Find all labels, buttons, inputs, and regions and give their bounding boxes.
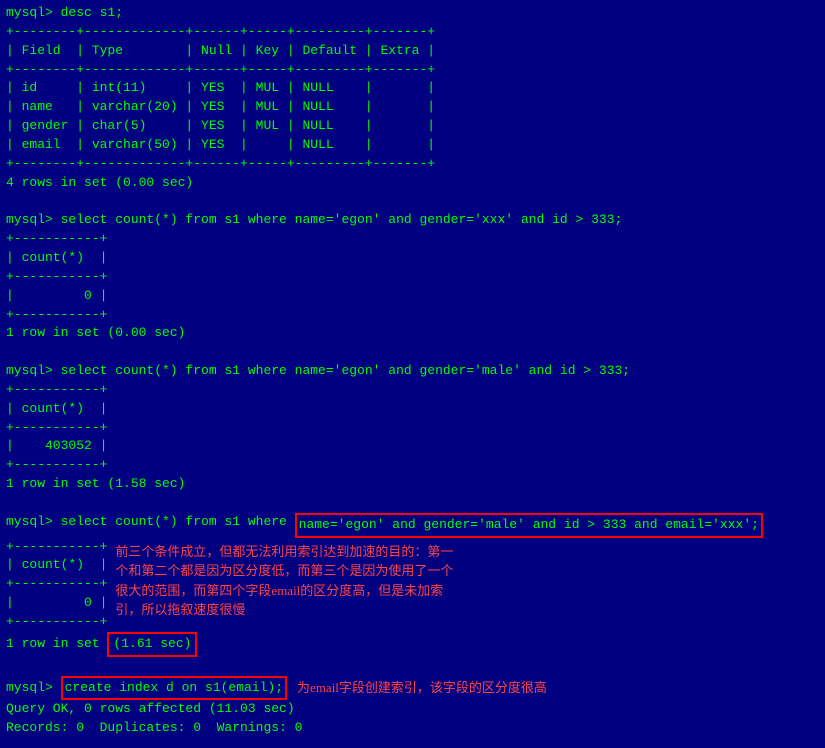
line-gender: | gender | char(5) | YES | MUL | NULL | … <box>6 117 819 136</box>
line-rows2: 1 row in set (0.00 sec) <box>6 324 819 343</box>
line-tb5: +-----------+ <box>6 419 819 438</box>
line-cv1: | 0 | <box>6 287 819 306</box>
create-index-row: mysql> create index d on s1(email); 为ema… <box>6 676 819 701</box>
line-ch2: | count(*) | <box>6 400 819 419</box>
query3-highlight: name='egon' and gender='male' and id > 3… <box>295 513 763 538</box>
line-tb4: +-----------+ <box>6 381 819 400</box>
line-header: | Field | Type | Null | Key | Default | … <box>6 42 819 61</box>
line-query1: mysql> select count(*) from s1 where nam… <box>6 211 819 230</box>
time3-row: 1 row in set (1.61 sec) <box>6 632 819 657</box>
line-id: | id | int(11) | YES | MUL | NULL | | <box>6 79 819 98</box>
line-ch1: | count(*) | <box>6 249 819 268</box>
line-blank2 <box>6 343 819 362</box>
line-rows3: 1 row in set (1.58 sec) <box>6 475 819 494</box>
query3-row: mysql> select count(*) from s1 where nam… <box>6 513 819 538</box>
line-tb3: +-----------+ <box>6 306 819 325</box>
line-records: Records: 0 Duplicates: 0 Warnings: 0 <box>6 719 819 738</box>
line-queryok: Query OK, 0 rows affected (11.03 sec) <box>6 700 819 719</box>
time3-prefix: 1 row in set <box>6 635 107 654</box>
line-name: | name | varchar(20) | YES | MUL | NULL … <box>6 98 819 117</box>
annotation1-text: 前三个条件成立，但都无法利用索引达到加速的目的：第一个和第二个都是因为区分度低，… <box>115 542 455 620</box>
terminal: mysql> desc s1; +--------+-------------+… <box>0 0 825 748</box>
line-blank4 <box>6 657 819 676</box>
line-email: | email | varchar(50) | YES | | NULL | | <box>6 136 819 155</box>
line-query2: mysql> select count(*) from s1 where nam… <box>6 362 819 381</box>
line-blank1 <box>6 192 819 211</box>
line-border1: +--------+-------------+------+-----+---… <box>6 23 819 42</box>
line-blank5 <box>6 738 819 748</box>
line-cv2: | 403052 | <box>6 437 819 456</box>
create-index-prefix: mysql> <box>6 679 61 698</box>
create-index-highlight: create index d on s1(email); <box>61 676 287 701</box>
time3-highlight: (1.61 sec) <box>107 632 197 657</box>
line-tb2: +-----------+ <box>6 268 819 287</box>
query3-table: +-----------+ | count(*) | +-----------+… <box>6 538 107 632</box>
line-border3: +--------+-------------+------+-----+---… <box>6 155 819 174</box>
line-tb6: +-----------+ <box>6 456 819 475</box>
line-desc: mysql> desc s1; <box>6 4 819 23</box>
line-tb1: +-----------+ <box>6 230 819 249</box>
line-blank3 <box>6 494 819 513</box>
line-rows1: 4 rows in set (0.00 sec) <box>6 174 819 193</box>
create-index-annotation: 为email字段创建索引，该字段的区分度很高 <box>297 678 547 698</box>
line-border2: +--------+-------------+------+-----+---… <box>6 61 819 80</box>
query3-prefix: mysql> select count(*) from s1 where <box>6 513 295 532</box>
query3-result-row: +-----------+ | count(*) | +-----------+… <box>6 538 819 632</box>
